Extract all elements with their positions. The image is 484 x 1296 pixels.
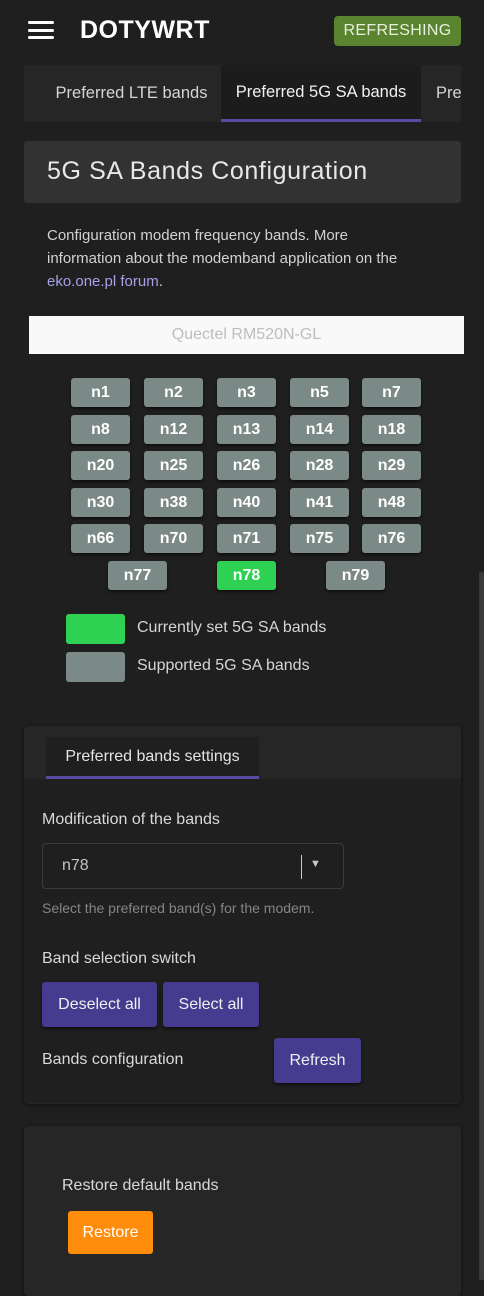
- hamburger-menu-icon[interactable]: [28, 21, 54, 39]
- tab-preferred-bands-settings[interactable]: Preferred bands settings: [46, 737, 259, 779]
- select-separator: [301, 855, 302, 879]
- legend-supported-label: Supported 5G SA bands: [137, 657, 310, 674]
- band-button-n25[interactable]: n25: [144, 451, 203, 480]
- band-button-n5[interactable]: n5: [290, 378, 349, 407]
- refresh-button[interactable]: Refresh: [274, 1038, 361, 1083]
- caret-down-icon[interactable]: ▼: [310, 858, 321, 870]
- tab-preferred-next[interactable]: Pre: [421, 65, 461, 122]
- band-button-n41[interactable]: n41: [290, 488, 349, 517]
- tab-bar: Preferred LTE bands Preferred 5G SA band…: [24, 65, 461, 122]
- restore-label: Restore default bands: [62, 1177, 219, 1194]
- status-badge: REFRESHING: [334, 16, 461, 46]
- band-button-n2[interactable]: n2: [144, 378, 203, 407]
- band-button-n79[interactable]: n79: [326, 561, 385, 590]
- band-button-n28[interactable]: n28: [290, 451, 349, 480]
- description-line-1: Configuration modem frequency bands. Mor…: [47, 227, 348, 244]
- band-button-n13[interactable]: n13: [217, 415, 276, 444]
- bands-configuration-label: Bands configuration: [42, 1051, 184, 1068]
- band-button-n14[interactable]: n14: [290, 415, 349, 444]
- section-header: 5G SA Bands Configuration: [24, 141, 461, 203]
- legend-supported-swatch: [66, 652, 125, 682]
- tab-preferred-5g-sa-bands[interactable]: Preferred 5G SA bands: [221, 65, 421, 122]
- band-button-n30[interactable]: n30: [71, 488, 130, 517]
- band-button-n71[interactable]: n71: [217, 524, 276, 553]
- band-button-n66[interactable]: n66: [71, 524, 130, 553]
- band-button-n8[interactable]: n8: [71, 415, 130, 444]
- band-select-hint: Select the preferred band(s) for the mod…: [42, 900, 315, 916]
- forum-link[interactable]: eko.one.pl forum: [47, 273, 159, 290]
- band-button-n1[interactable]: n1: [71, 378, 130, 407]
- band-button-n18[interactable]: n18: [362, 415, 421, 444]
- band-button-n38[interactable]: n38: [144, 488, 203, 517]
- top-bar: DOTYWRT REFRESHING: [0, 0, 484, 62]
- restore-button[interactable]: Restore: [68, 1211, 153, 1254]
- tab-preferred-lte-bands[interactable]: Preferred LTE bands: [42, 65, 221, 122]
- modem-name-bar: Quectel RM520N-GL: [29, 316, 464, 354]
- band-select[interactable]: n78 ▼: [42, 843, 344, 889]
- description-end: .: [158, 273, 163, 290]
- select-all-button[interactable]: Select all: [163, 982, 259, 1027]
- band-button-n78[interactable]: n78: [217, 561, 276, 590]
- band-button-n29[interactable]: n29: [362, 451, 421, 480]
- section-description: Configuration modem frequency bands. Mor…: [47, 224, 447, 293]
- band-button-n75[interactable]: n75: [290, 524, 349, 553]
- legend-current-label: Currently set 5G SA bands: [137, 619, 327, 636]
- legend-current-swatch: [66, 614, 125, 644]
- band-button-n76[interactable]: n76: [362, 524, 421, 553]
- band-button-n48[interactable]: n48: [362, 488, 421, 517]
- band-button-n70[interactable]: n70: [144, 524, 203, 553]
- description-line-2: information about the modemband applicat…: [47, 250, 398, 267]
- band-button-n77[interactable]: n77: [108, 561, 167, 590]
- modification-label: Modification of the bands: [42, 811, 220, 828]
- band-button-n20[interactable]: n20: [71, 451, 130, 480]
- band-selection-switch-label: Band selection switch: [42, 950, 196, 967]
- band-select-value: n78: [62, 857, 89, 874]
- band-button-n40[interactable]: n40: [217, 488, 276, 517]
- band-button-n7[interactable]: n7: [362, 378, 421, 407]
- band-button-n26[interactable]: n26: [217, 451, 276, 480]
- page-title: 5G SA Bands Configuration: [47, 157, 368, 185]
- deselect-all-button[interactable]: Deselect all: [42, 982, 157, 1027]
- band-button-n3[interactable]: n3: [217, 378, 276, 407]
- scrollbar[interactable]: [479, 572, 484, 1280]
- brand-logo: DOTYWRT: [80, 16, 210, 44]
- band-button-n12[interactable]: n12: [144, 415, 203, 444]
